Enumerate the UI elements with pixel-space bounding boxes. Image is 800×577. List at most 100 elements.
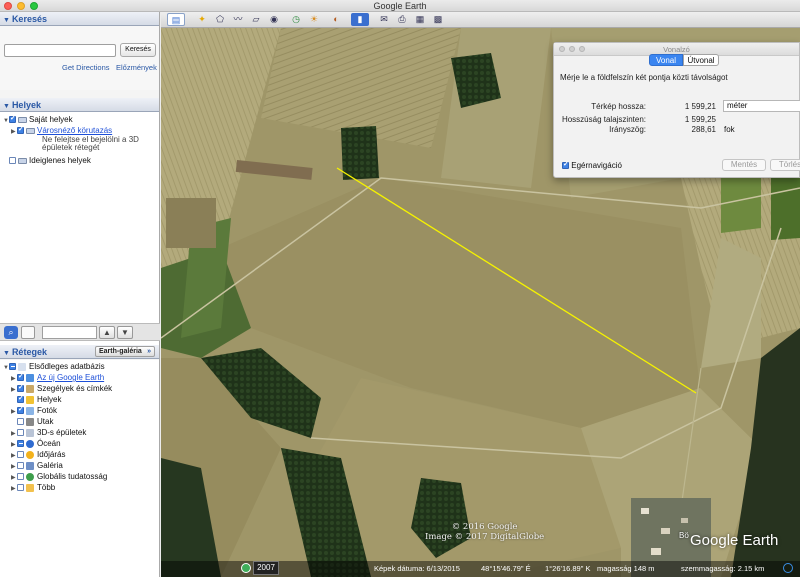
ocean-checkbox[interactable] xyxy=(17,440,24,448)
places-item-sightseeing-tour[interactable]: ▶Városnéző körutazás xyxy=(11,125,112,135)
ground-length-value: 1 599,25 xyxy=(684,115,716,124)
sidebar: ▼ Keresés Keresés Get Directions Előzmény… xyxy=(0,12,160,577)
more-checkbox[interactable] xyxy=(17,484,24,492)
roads-checkbox[interactable] xyxy=(17,418,24,426)
places-toolbar: ⌕ ▲ ▼ xyxy=(0,323,160,341)
latitude-readout: 48°15'46.79" É xyxy=(481,564,531,573)
borders-labels-checkbox[interactable] xyxy=(17,383,24,393)
add-polygon-icon[interactable]: ⬠ xyxy=(211,13,229,26)
get-directions-link[interactable]: Get Directions xyxy=(62,63,110,72)
mouse-navigation-label: Egérnavigáció xyxy=(571,161,622,170)
ocean-label: Óceán xyxy=(37,439,61,448)
photo-icon xyxy=(26,406,34,415)
move-down-button[interactable]: ▼ xyxy=(117,326,133,339)
my-places-checkbox[interactable] xyxy=(9,114,16,124)
places-panel-header[interactable]: ▼ Helyek xyxy=(0,98,159,112)
roads-label: Utak xyxy=(37,417,54,426)
photos-checkbox[interactable] xyxy=(17,405,24,415)
layer-global-awareness[interactable]: ▶ Globális tudatosság xyxy=(11,472,107,481)
historical-imagery-clock-icon[interactable] xyxy=(241,563,251,573)
photos-label: Fotók xyxy=(37,406,58,415)
layer-borders-labels[interactable]: ▶Szegélyek és címkék xyxy=(11,383,112,393)
places-layer-checkbox[interactable] xyxy=(17,394,24,404)
folder-icon xyxy=(26,483,34,492)
layer-new-google-earth[interactable]: ▶Az új Google Earth xyxy=(11,372,104,382)
layer-weather[interactable]: ▶ Időjárás xyxy=(11,450,65,459)
collapse-triangle-icon[interactable]: ▼ xyxy=(3,350,10,357)
search-panel-header[interactable]: ▼ Keresés xyxy=(0,12,159,26)
save-image-icon[interactable]: ▦ xyxy=(411,13,429,26)
unit-select[interactable]: méter xyxy=(723,100,800,112)
my-places-label: Saját helyek xyxy=(29,115,73,124)
history-link[interactable]: Előzmények xyxy=(116,63,157,72)
layer-gallery[interactable]: ▶ Galéria xyxy=(11,461,63,470)
temporary-places-checkbox[interactable] xyxy=(9,157,16,165)
sightseeing-tour-link[interactable]: Városnéző körutazás xyxy=(37,126,112,135)
ruler-dialog: Vonalzó Vonal Útvonal Mérje le a földfel… xyxy=(553,42,800,178)
borders-icon xyxy=(26,384,34,393)
layer-more[interactable]: ▶ Több xyxy=(11,483,55,492)
folder-icon xyxy=(18,157,27,164)
heading-value: 288,61 xyxy=(691,125,716,134)
sidebar-toggle-icon[interactable]: ▤ xyxy=(167,13,185,26)
save-button[interactable]: Mentés xyxy=(722,159,766,171)
gallery-icon xyxy=(26,461,34,470)
historical-imagery-icon[interactable]: ◷ xyxy=(287,13,305,26)
collapse-triangle-icon[interactable]: ▼ xyxy=(3,17,10,24)
earth-gallery-button[interactable]: Earth-galéria » xyxy=(95,346,155,357)
longitude-readout: 1°26'16.89" K xyxy=(545,564,591,573)
layer-3d-buildings[interactable]: ▶ 3D-s épületek xyxy=(11,428,86,437)
search-input[interactable] xyxy=(4,44,116,57)
record-tour-icon[interactable]: ◉ xyxy=(265,13,283,26)
layer-ocean[interactable]: ▶ Óceán xyxy=(11,439,61,448)
email-icon[interactable]: ✉ xyxy=(375,13,393,26)
search-panel-title: Keresés xyxy=(11,14,47,24)
add-overlay-icon[interactable]: ▱ xyxy=(247,13,265,26)
layers-panel-header[interactable]: ▼ Rétegek Earth-galéria » xyxy=(0,345,159,359)
tab-line[interactable]: Vonal xyxy=(649,54,683,66)
database-icon xyxy=(18,362,26,371)
gallery-checkbox[interactable] xyxy=(17,462,24,470)
layer-roads[interactable]: Utak xyxy=(11,417,53,426)
places-pin-icon xyxy=(26,395,34,404)
mouse-navigation-checkbox[interactable] xyxy=(562,160,569,170)
chevron-right-icon: » xyxy=(147,348,151,355)
mouse-navigation-option[interactable]: Egérnavigáció xyxy=(562,160,622,170)
layer-photos[interactable]: ▶Fotók xyxy=(11,405,58,415)
search-icon[interactable]: ⌕ xyxy=(4,326,18,339)
places-item-temporary[interactable]: Ideiglenes helyek xyxy=(9,156,91,165)
panel-toggle-icon[interactable] xyxy=(21,326,35,339)
layer-places[interactable]: Helyek xyxy=(11,394,62,404)
3d-buildings-checkbox[interactable] xyxy=(17,429,24,437)
add-placemark-icon[interactable]: ✦ xyxy=(193,13,211,26)
layer-primary-database[interactable]: ▼ Elsődleges adatbázis xyxy=(3,362,105,371)
search-button[interactable]: Keresés xyxy=(120,43,156,57)
search-panel: Keresés Get Directions Előzmények xyxy=(0,26,159,90)
primary-database-checkbox[interactable] xyxy=(9,363,16,371)
new-google-earth-checkbox[interactable] xyxy=(17,372,24,382)
new-google-earth-link[interactable]: Az új Google Earth xyxy=(37,373,104,382)
history-year[interactable]: 2007 xyxy=(253,561,279,575)
collapse-triangle-icon[interactable]: ▼ xyxy=(3,103,10,110)
weather-checkbox[interactable] xyxy=(17,451,24,459)
building-icon xyxy=(26,428,34,437)
ruler-icon[interactable]: ▮ xyxy=(351,13,369,26)
map-length-label: Térkép hossza: xyxy=(591,102,646,111)
add-path-icon[interactable]: 〰 xyxy=(229,13,247,26)
move-up-button[interactable]: ▲ xyxy=(99,326,115,339)
clear-button[interactable]: Törlés xyxy=(770,159,800,171)
global-awareness-checkbox[interactable] xyxy=(17,473,24,481)
weather-label: Időjárás xyxy=(37,450,66,459)
temporary-places-label: Ideiglenes helyek xyxy=(29,156,91,165)
places-item-my-places[interactable]: ▼Saját helyek xyxy=(3,114,73,124)
sunlight-icon[interactable]: ☀ xyxy=(305,13,323,26)
planets-icon[interactable]: ◐ xyxy=(327,13,345,26)
print-icon[interactable]: ⎙ xyxy=(393,13,411,26)
places-note-line-2: épületek rétegét xyxy=(42,143,100,152)
places-layer-label: Helyek xyxy=(37,395,62,404)
sightseeing-checkbox[interactable] xyxy=(17,125,24,135)
copyright-line-1: © 2016 Google xyxy=(451,522,518,532)
tab-path[interactable]: Útvonal xyxy=(683,54,719,66)
places-filter-input[interactable] xyxy=(42,326,97,339)
view-in-maps-icon[interactable]: ▩ xyxy=(429,13,447,26)
